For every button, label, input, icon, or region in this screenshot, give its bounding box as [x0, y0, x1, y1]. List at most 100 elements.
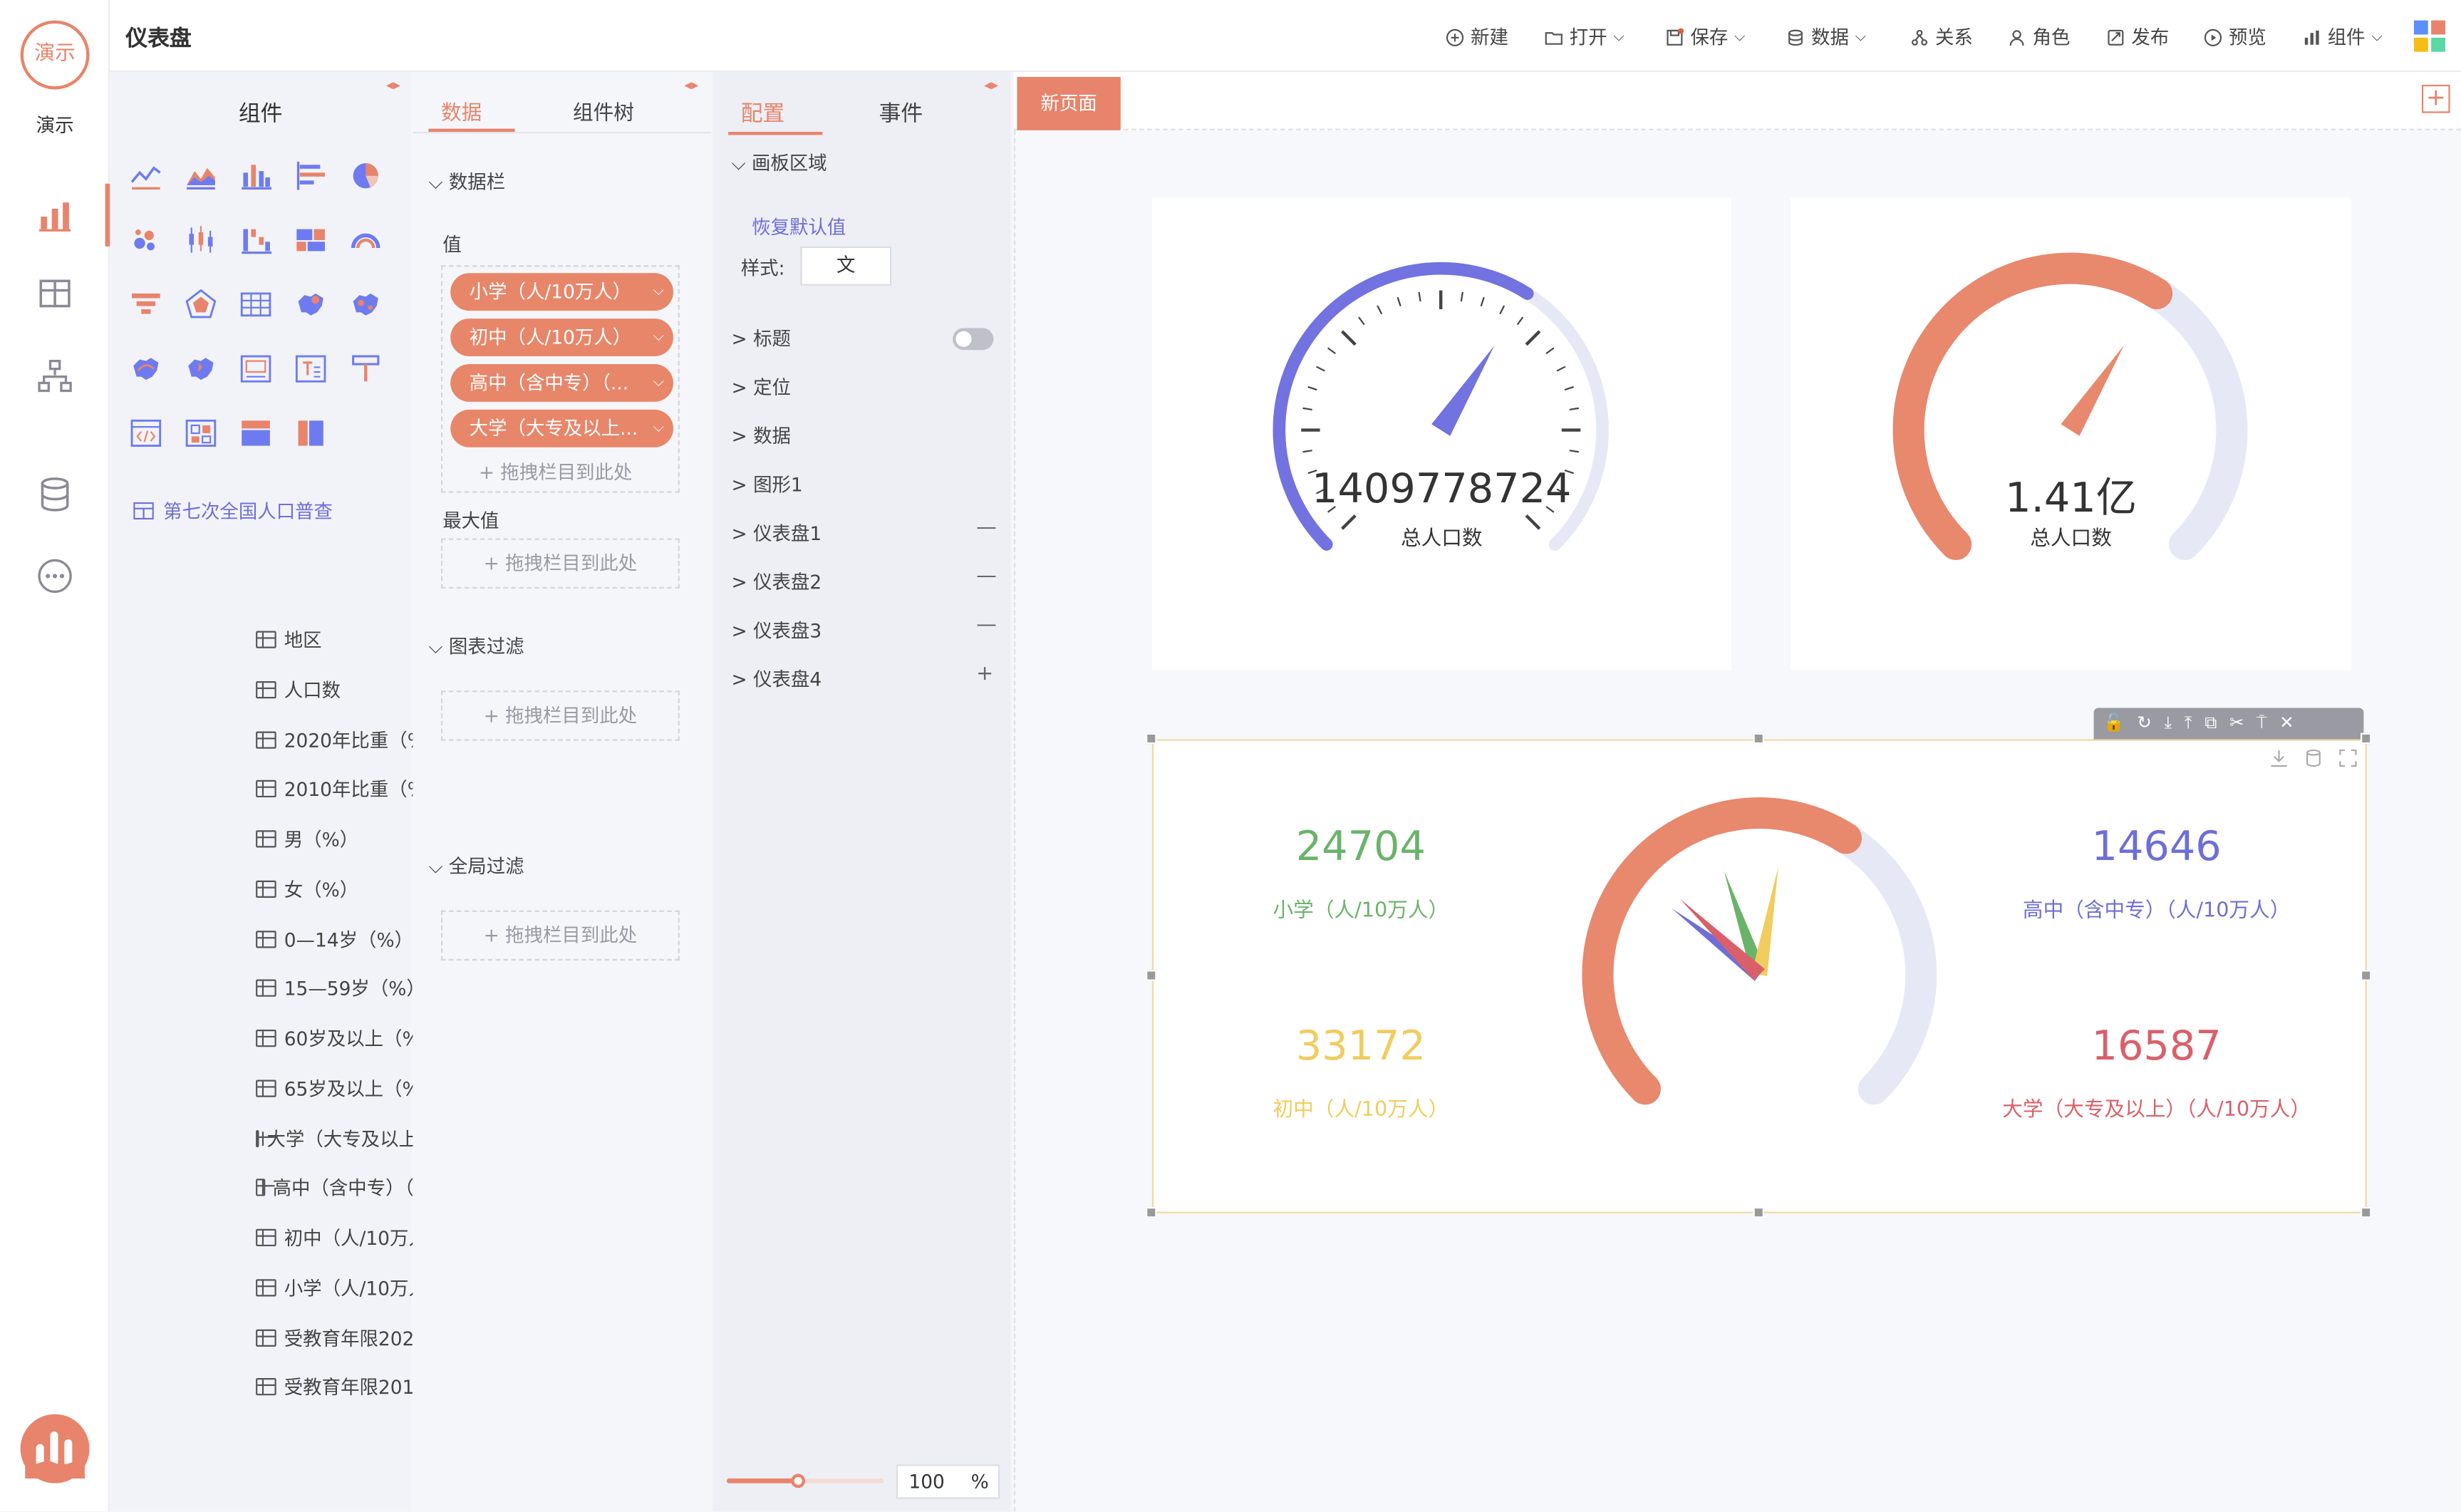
- bar-chart-icon[interactable]: [239, 158, 273, 192]
- field-item[interactable]: 人口数: [256, 676, 341, 703]
- treemap-icon[interactable]: [294, 223, 328, 257]
- tab-data[interactable]: 数据: [441, 95, 482, 125]
- table-chart-icon[interactable]: [239, 287, 273, 321]
- config-row[interactable]: > 数据: [732, 423, 791, 449]
- config-row[interactable]: > 定位: [732, 373, 791, 400]
- download-icon[interactable]: [2269, 749, 2288, 767]
- collapse-arrows-icon[interactable]: ◂▸: [684, 78, 698, 94]
- image-icon[interactable]: [239, 351, 273, 385]
- chevron-down-icon[interactable]: ⌵: [653, 273, 664, 311]
- role-button[interactable]: 角色: [2007, 24, 2071, 50]
- cut-icon[interactable]: ✂: [2229, 713, 2257, 733]
- gauge-card-total-population[interactable]: 1409778724 总人口数: [1151, 197, 1731, 670]
- component-button[interactable]: 组件 ⌵: [2303, 24, 2383, 50]
- chevron-down-icon[interactable]: ⌵: [653, 410, 664, 447]
- remove-icon[interactable]: —: [976, 517, 997, 540]
- radar-chart-icon[interactable]: [184, 287, 218, 321]
- lock-icon[interactable]: 🔓: [2103, 713, 2138, 733]
- split-layout-icon[interactable]: [294, 416, 328, 450]
- new-button[interactable]: 新建: [1446, 24, 1508, 50]
- save-button[interactable]: 保存 ⌵: [1665, 24, 1745, 50]
- zoom-slider-track[interactable]: [726, 1474, 884, 1488]
- grid-layout-icon[interactable]: [184, 416, 218, 450]
- add-page-button[interactable]: +: [2421, 84, 2450, 113]
- resize-handle-e[interactable]: [2361, 970, 2372, 981]
- resize-handle-sw[interactable]: [1146, 1206, 1157, 1218]
- funnel-chart-icon[interactable]: [129, 287, 163, 321]
- dataset-node[interactable]: 第七次全国人口普查: [133, 497, 333, 524]
- add-icon[interactable]: +: [976, 663, 993, 686]
- page-tab[interactable]: 新页面: [1017, 76, 1121, 130]
- text-icon[interactable]: [294, 351, 328, 385]
- gauge-icon[interactable]: [348, 223, 383, 257]
- field-item[interactable]: 65岁及以上（%）: [256, 1075, 439, 1101]
- gauge-card-education[interactable]: 24704 小学（人/10万人） 14646 高中（含中专）（人/10万人） 3…: [1151, 739, 2367, 1213]
- container-icon[interactable]: [239, 416, 273, 450]
- move-down-icon[interactable]: ⤓: [2164, 713, 2184, 733]
- candlestick-icon[interactable]: [184, 223, 218, 257]
- chevron-down-icon[interactable]: ⌵: [653, 319, 664, 356]
- more-icon[interactable]: [36, 557, 74, 595]
- field-item[interactable]: 0—14岁（%）: [256, 926, 413, 952]
- waterfall-chart-icon[interactable]: [239, 223, 273, 257]
- map-flow-icon[interactable]: [129, 351, 163, 385]
- database-icon[interactable]: [2304, 749, 2323, 767]
- canvas-area-toggle[interactable]: ⌵ 画板区域: [732, 149, 827, 175]
- refresh-icon[interactable]: ↻: [2138, 713, 2165, 733]
- config-row[interactable]: > 仪表盘2: [732, 568, 822, 594]
- resize-handle-ne[interactable]: [2361, 732, 2372, 745]
- tab-event[interactable]: 事件: [879, 98, 923, 129]
- open-button[interactable]: 打开 ⌵: [1545, 24, 1625, 50]
- table-icon[interactable]: [36, 274, 74, 312]
- move-up-icon[interactable]: ⤒: [2185, 713, 2204, 733]
- collapse-arrows-icon[interactable]: ◂▸: [984, 78, 998, 94]
- databar-section-toggle[interactable]: ⌵ 数据栏: [428, 168, 505, 195]
- relation-button[interactable]: 关系: [1910, 24, 1973, 50]
- resize-handle-nw[interactable]: [1146, 732, 1157, 745]
- config-row[interactable]: > 图形1: [732, 471, 803, 497]
- collapse-arrows-icon[interactable]: ◂▸: [386, 78, 400, 94]
- chevron-down-icon[interactable]: ⌵: [653, 364, 664, 402]
- config-row[interactable]: > 仪表盘4: [732, 666, 822, 692]
- value-pill-university[interactable]: 大学（大专及以上... ⌵: [450, 409, 674, 447]
- gauge-card-total-population-short[interactable]: 1.41亿 总人口数: [1791, 197, 2351, 670]
- area-chart-icon[interactable]: [184, 158, 218, 192]
- global-filter-drop-zone[interactable]: + 拖拽栏目到此处: [440, 910, 680, 961]
- bar-chart-icon[interactable]: [36, 196, 74, 234]
- tab-component-tree[interactable]: 组件树: [573, 95, 634, 125]
- field-item[interactable]: 地区: [256, 626, 322, 653]
- zoom-input[interactable]: 100%: [896, 1464, 1000, 1499]
- title-text-icon[interactable]: [348, 351, 383, 385]
- field-item[interactable]: 男（%）: [256, 826, 358, 852]
- data-button[interactable]: 数据 ⌵: [1786, 24, 1866, 50]
- hierarchy-icon[interactable]: [36, 358, 74, 395]
- field-item[interactable]: 15—59岁（%）: [256, 975, 425, 1001]
- value-pill-middle[interactable]: 初中（人/10万人） ⌵: [450, 319, 674, 357]
- horizontal-bar-icon[interactable]: [294, 158, 328, 192]
- chart-filter-toggle[interactable]: ⌵ 图表过滤: [428, 633, 524, 659]
- pie-chart-icon[interactable]: [348, 158, 383, 192]
- chart-filter-drop-zone[interactable]: + 拖拽栏目到此处: [440, 690, 680, 741]
- remove-icon[interactable]: —: [976, 565, 997, 589]
- map-scatter-icon[interactable]: [348, 287, 383, 321]
- resize-handle-se[interactable]: [2361, 1206, 2372, 1218]
- preview-button[interactable]: 预览: [2204, 24, 2266, 50]
- max-drop-zone[interactable]: + 拖拽栏目到此处: [440, 538, 680, 589]
- fullscreen-icon[interactable]: [2338, 749, 2357, 767]
- field-item[interactable]: 女（%）: [256, 876, 358, 902]
- resize-handle-s[interactable]: [1753, 1206, 1764, 1218]
- database-icon[interactable]: [36, 475, 74, 513]
- line-chart-icon[interactable]: [129, 158, 163, 192]
- field-item[interactable]: 60岁及以上（%）: [256, 1025, 439, 1051]
- html-embed-icon[interactable]: [129, 416, 163, 450]
- copy-icon[interactable]: ⧉: [2204, 713, 2229, 733]
- theme-grid-icon[interactable]: [2413, 19, 2447, 53]
- style-select[interactable]: 文: [800, 246, 892, 286]
- restore-default-link[interactable]: 恢复默认值: [752, 214, 846, 240]
- map-icon[interactable]: [294, 287, 328, 321]
- config-row[interactable]: > 仪表盘3: [732, 617, 822, 643]
- close-icon[interactable]: ✕: [2279, 713, 2306, 733]
- scatter-chart-icon[interactable]: [129, 223, 163, 257]
- map-heat-icon[interactable]: [184, 351, 218, 385]
- value-pill-primary[interactable]: 小学（人/10万人） ⌵: [450, 273, 674, 311]
